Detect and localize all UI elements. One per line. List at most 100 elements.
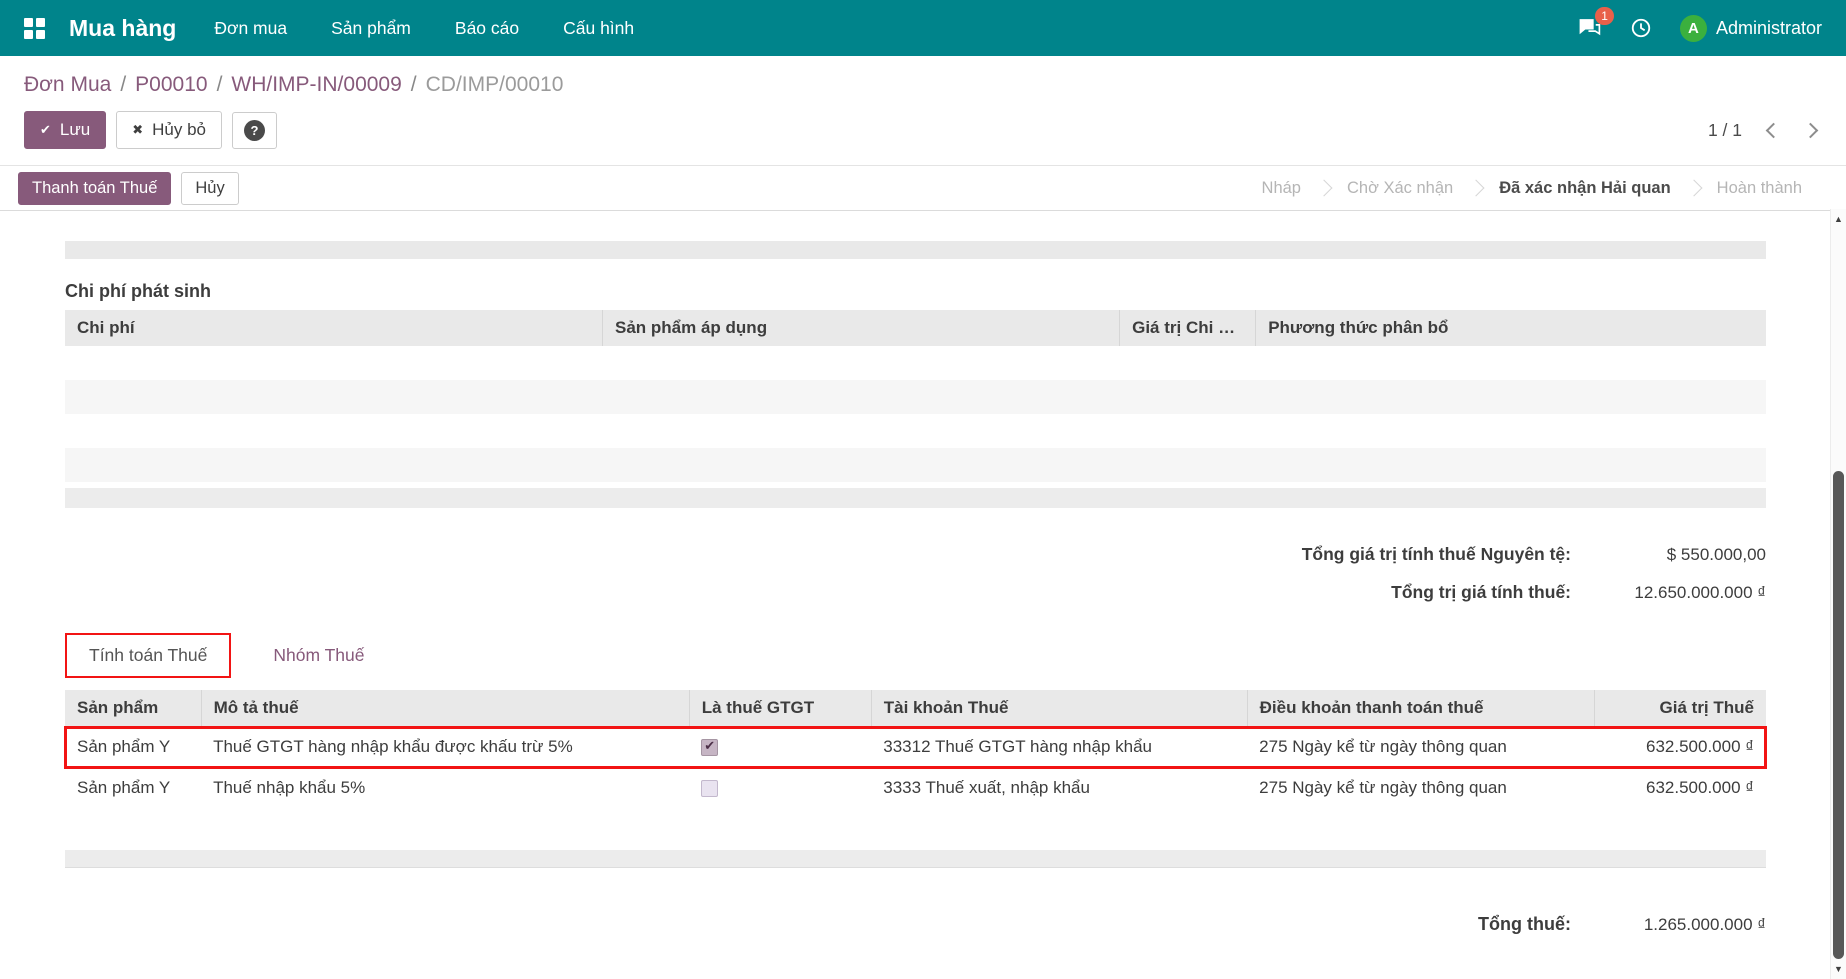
- menu-bao-cao[interactable]: Báo cáo: [455, 18, 519, 39]
- status-step-cho-xac-nhan[interactable]: Chờ Xác nhận: [1347, 179, 1453, 198]
- activities-button[interactable]: [1630, 17, 1652, 39]
- tax-header-la-thue-gtgt[interactable]: Là thuế GTGT: [689, 690, 872, 727]
- tax-row-amount: 632.500.000 ₫: [1594, 726, 1766, 768]
- table-footer-stripe: [65, 488, 1766, 508]
- grand-total-label: Tổng thuế:: [1478, 914, 1571, 934]
- tax-row-payment-term: 275 Ngày kể từ ngày thông quan: [1247, 767, 1595, 808]
- tab-nhom-thue-label: Nhóm Thuế: [273, 645, 365, 665]
- help-button[interactable]: ?: [231, 111, 277, 149]
- costs-header-san-pham-ap-dung[interactable]: Sản phẩm áp dụng: [602, 310, 1121, 346]
- costs-empty-row[interactable]: [65, 346, 1766, 380]
- total-original-currency-row: Tổng giá trị tính thuế Nguyên tệ: $ 550.…: [65, 544, 1766, 565]
- tax-row-vat[interactable]: Sản phẩm Y Thuế GTGT hàng nhập khẩu được…: [64, 725, 1767, 769]
- pager-next-icon[interactable]: [1802, 122, 1819, 138]
- total-tax-base-label: Tổng trị giá tính thuế:: [1391, 582, 1571, 602]
- tax-row-description: Thuế GTGT hàng nhập khẩu được khấu trừ 5…: [201, 726, 690, 768]
- costs-table-header-row: Chi phí Sản phẩm áp dụng Giá trị Chi phí…: [65, 310, 1766, 346]
- status-step-da-xac-nhan-hai-quan[interactable]: Đã xác nhận Hải quan: [1499, 179, 1670, 198]
- total-tax-base-row: Tổng trị giá tính thuế: 12.650.000.000 ₫: [65, 582, 1766, 603]
- statusbar-steps: Nháp Chờ Xác nhận Đã xác nhận Hải quan H…: [1262, 179, 1802, 198]
- messages-button[interactable]: 1: [1577, 6, 1614, 41]
- total-tax-base-value: 12.650.000.000 ₫: [1634, 583, 1766, 602]
- tax-row-product: Sản phẩm Y: [65, 767, 202, 808]
- breadcrumb-current: CD/IMP/00010: [425, 73, 564, 96]
- pager-previous-icon[interactable]: [1765, 122, 1782, 138]
- vat-checkbox[interactable]: [701, 780, 719, 798]
- help-icon: ?: [243, 119, 265, 141]
- topbar-right: 1 A Administrator: [1577, 6, 1822, 42]
- scroll-up-icon[interactable]: ▲: [1831, 212, 1846, 226]
- pay-tax-button[interactable]: Thanh toán Thuế: [18, 171, 172, 205]
- tax-base-totals: Tổng giá trị tính thuế Nguyên tệ: $ 550.…: [65, 544, 1766, 603]
- tax-row-description: Thuế nhập khẩu 5%: [201, 767, 690, 808]
- app-title[interactable]: Mua hàng: [69, 15, 176, 42]
- top-navbar: Mua hàng Đơn mua Sản phẩm Báo cáo Cấu hì…: [0, 0, 1846, 56]
- statusbar: Thanh toán Thuế Hủy Nháp Chờ Xác nhận Đã…: [0, 165, 1846, 211]
- breadcrumb-p00010[interactable]: P00010: [135, 73, 207, 96]
- x-icon: ✖: [132, 122, 144, 137]
- user-name: Administrator: [1715, 17, 1822, 38]
- scrolled-table-stripe: [65, 241, 1766, 259]
- save-button[interactable]: ✔ Lưu: [24, 111, 107, 149]
- menu-cau-hinh[interactable]: Cấu hình: [563, 18, 634, 39]
- step-separator-icon: [1315, 179, 1333, 197]
- tax-header-gia-tri-thue[interactable]: Giá trị Thuế: [1594, 690, 1766, 727]
- step-separator-icon: [1685, 179, 1703, 197]
- scroll-down-icon[interactable]: ▼: [1831, 962, 1846, 976]
- pager: 1 / 1: [1707, 119, 1819, 141]
- step-separator-icon: [1467, 179, 1485, 197]
- tax-table-header-row: Sản phẩm Mô tả thuế Là thuế GTGT Tài kho…: [65, 690, 1766, 727]
- tax-row-account: 33312 Thuế GTGT hàng nhập khẩu: [871, 726, 1248, 768]
- breadcrumb: Đơn Mua / P00010 / WH/IMP-IN/00009 / CD/IMP/00…: [0, 56, 1846, 101]
- status-step-hoan-thanh[interactable]: Hoàn thành: [1717, 179, 1802, 198]
- breadcrumb-separator: /: [216, 73, 223, 96]
- menu-don-mua[interactable]: Đơn mua: [214, 18, 287, 39]
- tax-row-amount: 632.500.000 ₫: [1594, 767, 1766, 808]
- scrollbar-thumb[interactable]: [1833, 471, 1844, 959]
- tax-row-product: Sản phẩm Y: [65, 726, 202, 768]
- costs-header-gia-tri[interactable]: Giá trị Chi phí…: [1119, 310, 1257, 346]
- breadcrumb-separator: /: [410, 73, 417, 96]
- tax-lines-table: Sản phẩm Mô tả thuế Là thuế GTGT Tài kho…: [64, 690, 1767, 808]
- costs-section-title: Chi phí phát sinh: [65, 281, 211, 301]
- tax-row-import[interactable]: Sản phẩm Y Thuế nhập khẩu 5% 3333 Thuế x…: [65, 767, 1766, 808]
- menu-san-pham[interactable]: Sản phẩm: [331, 18, 411, 39]
- tax-header-tai-khoan-thue[interactable]: Tài khoản Thuế: [871, 690, 1248, 727]
- breadcrumb-don-mua[interactable]: Đơn Mua: [24, 73, 111, 96]
- discard-button[interactable]: ✖ Hủy bỏ: [116, 111, 222, 149]
- cancel-button[interactable]: Hủy: [181, 171, 239, 205]
- status-step-nhap[interactable]: Nháp: [1262, 179, 1301, 198]
- tax-header-dieu-khoan[interactable]: Điều khoản thanh toán thuế: [1247, 690, 1595, 727]
- messages-badge: 1: [1595, 6, 1614, 25]
- vertical-scrollbar[interactable]: ▲ ▼: [1830, 209, 1846, 979]
- top-menu: Đơn mua Sản phẩm Báo cáo Cấu hình: [214, 18, 634, 39]
- costs-empty-row[interactable]: [65, 448, 1766, 482]
- breadcrumb-wh-imp-in[interactable]: WH/IMP-IN/00009: [231, 73, 401, 96]
- tax-header-san-pham[interactable]: Sản phẩm: [65, 690, 202, 727]
- user-menu[interactable]: A Administrator: [1679, 14, 1822, 42]
- avatar: A: [1679, 14, 1707, 42]
- save-button-label: Lưu: [59, 120, 91, 139]
- table-footer-stripe: [65, 850, 1766, 868]
- pager-counter: 1 / 1: [1707, 119, 1742, 140]
- costs-header-phuong-thuc[interactable]: Phương thức phân bổ: [1255, 310, 1766, 346]
- costs-empty-row[interactable]: [65, 414, 1766, 448]
- tab-tinh-toan-thue[interactable]: Tính toán Thuế: [65, 633, 232, 678]
- tax-row-account: 3333 Thuế xuất, nhập khẩu: [871, 767, 1248, 808]
- costs-empty-row[interactable]: [65, 380, 1766, 414]
- total-original-currency-label: Tổng giá trị tính thuế Nguyên tệ:: [1301, 544, 1571, 564]
- tax-header-mo-ta-thue[interactable]: Mô tả thuế: [201, 690, 690, 727]
- apps-grid-icon[interactable]: [24, 17, 45, 39]
- notebook-tabs: Tính toán Thuế Nhóm Thuế: [65, 633, 1766, 678]
- vat-checkbox[interactable]: [701, 738, 719, 757]
- costs-header-chi-phi[interactable]: Chi phí: [65, 310, 604, 346]
- tab-tinh-toan-thue-label: Tính toán Thuế: [89, 645, 208, 665]
- clock-icon: [1631, 18, 1651, 38]
- form-sheet: Chi phí phát sinh Chi phí Sản phẩm áp dụ…: [0, 241, 1846, 935]
- grand-total-value: 1.265.000.000 ₫: [1643, 915, 1766, 934]
- tab-nhom-thue[interactable]: Nhóm Thuế: [269, 633, 368, 678]
- total-original-currency-value: $ 550.000,00: [1666, 545, 1766, 564]
- grand-total-row: Tổng thuế: 1.265.000.000 ₫: [65, 914, 1766, 935]
- control-panel: ✔ Lưu ✖ Hủy bỏ ? 1 / 1: [0, 101, 1846, 165]
